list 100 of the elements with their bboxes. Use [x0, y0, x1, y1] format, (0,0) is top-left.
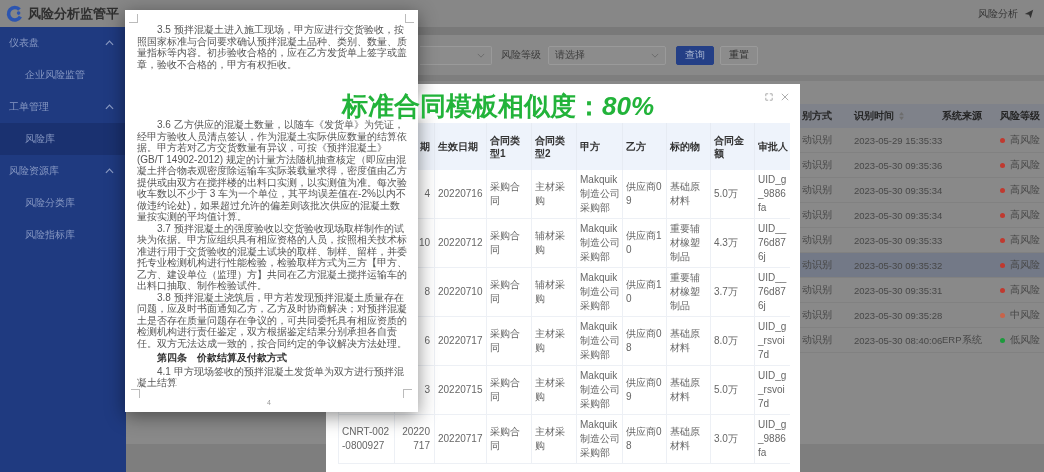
type-cell: 主材采购 — [535, 181, 565, 206]
menu-item[interactable]: 企业风险监管 — [0, 59, 126, 91]
crop-mark — [403, 389, 412, 398]
menu-group[interactable]: 仪表盘 — [0, 27, 126, 59]
approver-cell: UID_g_rsvoi7d — [758, 321, 787, 360]
amount-cell: 5.0万 — [714, 384, 738, 395]
date-cell: 20220717 — [438, 433, 483, 444]
supplier-cell: 供应商09 — [626, 377, 662, 402]
field-label: 风险等级 — [501, 48, 541, 62]
type-cell: 采购合同 — [490, 328, 520, 353]
type-cell: 采购合同 — [490, 181, 520, 206]
caret-icon — [105, 104, 114, 110]
column-header: 标的物 — [670, 141, 700, 152]
column-header: 别方式 — [802, 109, 832, 123]
crop-mark — [129, 14, 138, 23]
type-cell: 主材采购 — [535, 328, 565, 353]
user-menu[interactable]: 风险分析 — [978, 6, 1018, 21]
date-cell: 20220710 — [438, 286, 483, 297]
column-header: 合同类型2 — [535, 134, 565, 159]
date-cell: 6 — [424, 335, 430, 346]
subject-cell: 重要辅材橡塑制品 — [670, 223, 700, 262]
type-cell: 采购合同 — [490, 426, 520, 451]
amount-cell: 3.0万 — [714, 433, 738, 444]
table-cell: 2023-05-30 09:35:33 — [854, 234, 943, 246]
date-cell: 10 — [418, 237, 430, 248]
supplier-cell: 供应商09 — [626, 181, 662, 206]
column-header: 系统来源 — [942, 109, 982, 123]
approver-cell: UID_g_rsvoi7d — [758, 370, 787, 409]
caret-icon — [105, 40, 114, 46]
subject-cell: 基础原材料 — [670, 328, 700, 353]
table-cell: 2023-05-30 09:35:36 — [854, 159, 943, 171]
party-cell: Makquik制造公司采购部 — [580, 370, 620, 409]
type-cell: 采购合同 — [490, 279, 520, 304]
party-cell: Makquik制造公司采购部 — [580, 321, 620, 360]
amount-cell: 3.7万 — [714, 286, 738, 297]
fullscreen-icon[interactable] — [765, 93, 773, 101]
table-cell: 2023-05-30 09:35:32 — [854, 259, 943, 271]
date-cell: 20220716 — [438, 188, 483, 199]
contract-number-cell: CNRT-002-0800927 — [342, 426, 390, 451]
column-header: 甲方 — [580, 141, 600, 152]
caret-icon — [105, 168, 114, 174]
party-cell: Makquik制造公司采购部 — [580, 272, 620, 311]
similarity-score: 标准合同模板相似度：80% — [342, 93, 655, 119]
supplier-cell: 供应商08 — [626, 328, 662, 353]
crop-mark — [405, 14, 414, 23]
type-cell: 主材采购 — [535, 377, 565, 402]
column-header: 合同金额 — [714, 134, 744, 159]
type-cell: 主材采购 — [535, 426, 565, 451]
supplier-cell: 供应商10 — [626, 279, 662, 304]
menu-item[interactable]: 风险指标库 — [0, 219, 126, 251]
approver-cell: UID__76d876j — [758, 223, 787, 262]
paper-plane-icon[interactable] — [1024, 8, 1034, 19]
chevron-icon — [651, 52, 659, 58]
table-cell: 2023-05-30 08:40:06 — [854, 334, 943, 346]
date-cell: 20220715 — [438, 384, 483, 395]
table-cell: 2023-05-30 09:35:34 — [854, 184, 943, 196]
party-cell: Makquik制造公司采购部 — [580, 419, 620, 458]
paragraph: 3.8 预拌混凝土浇筑后，甲方若发现预拌混凝土质量存在问题，应及时书面通知乙方，乙方及时协商解决；对预拌混凝土是否存在质量问题存在争议的，可共同委托具有相应资质的检测机构进行责任鉴定，双方根据鉴定结果分别承担各自责任。双方无法达成一致的，按合同约定的争议解决方法处理。 — [137, 291, 408, 349]
type-cell: 采购合同 — [490, 230, 520, 255]
select-field[interactable]: 请选择 — [548, 45, 666, 65]
table-cell: 2023-05-29 15:35:33 — [854, 134, 943, 146]
paragraph: 3.6 乙方供应的混凝土数量，以随车《发货单》为凭证，经甲方验收人员清点签认，作为混凝土实际供应数量的结算依据。甲方若对乙方交货数量有异议，可按《预拌混凝土》(GB/T 14902-2012) 规定的计量方法随机抽查核定（即应由混凝土拌合物表观密度除运输车实际装载量求得，密度值由乙方提供或由双方在搅拌楼的出料口实测，以实测值为准。每次验收车数以不少于 3 车为一个单位，其平均误差值在-2%以内不做违约论处)，如果超过允许的偏差则该批次供应的混凝土数量按实测的平均值计算。 — [137, 119, 407, 223]
supplier-cell: 供应商10 — [626, 230, 662, 255]
logo-icon — [6, 4, 24, 23]
menu-group[interactable]: 风险资源库 — [0, 155, 126, 187]
date-cell: 4 — [424, 188, 430, 199]
date-cell: 20220717 — [402, 426, 430, 451]
approver-cell: UID_g_9886fa — [758, 419, 787, 458]
date-cell: 20220712 — [438, 237, 483, 248]
date-cell: 8 — [424, 286, 430, 297]
type-cell: 辅材采购 — [535, 230, 565, 255]
close-icon[interactable] — [781, 93, 789, 101]
subject-cell: 基础原材料 — [670, 377, 700, 402]
select-field[interactable] — [420, 45, 492, 65]
amount-cell: 4.3万 — [714, 237, 738, 248]
search-button[interactable]: 查询 — [676, 45, 714, 65]
column-header: 期 — [420, 141, 430, 152]
column-header: 风险等级 — [1000, 109, 1040, 123]
date-cell: 3 — [424, 384, 430, 395]
app-title: 风险分析监管平 — [28, 4, 119, 23]
party-cell: Makquik制造公司采购部 — [580, 223, 620, 262]
column-header: 生效日期 — [438, 141, 478, 152]
type-cell: 辅材采购 — [535, 279, 565, 304]
table-cell: 2023-05-30 09:35:34 — [854, 209, 943, 221]
subject-cell: 基础原材料 — [670, 426, 700, 451]
chevron-icon — [477, 52, 485, 58]
crop-mark — [131, 389, 140, 398]
table-cell: 2023-05-30 09:35:28 — [854, 309, 943, 321]
subject-cell: 基础原材料 — [670, 181, 700, 206]
supplier-cell: 供应商08 — [626, 426, 662, 451]
column-header: 审批人 — [758, 141, 788, 152]
column-header: 识别时间 — [854, 109, 894, 123]
menu-group[interactable]: 工单管理 — [0, 91, 126, 123]
menu-item[interactable]: 风险库 — [0, 123, 126, 155]
party-cell: Makquik制造公司采购部 — [580, 174, 620, 213]
paragraph: 3.7 预拌混凝土的强度验收以交货验收现场取样制作的试块为依据。甲方应组织具有相应资格的人员，按照相关技术标准进行用于交货验收的混凝土试块的取样、制样、留样，并委托专业检测机构进行性能检验，检验取样方式为三方【甲方、乙方、建设单位（监理）方】共同在乙方混凝土搅拌运输车的出料口抽取、制作检验试件。 — [137, 222, 408, 292]
sort-icon[interactable] — [899, 112, 904, 120]
reset-button[interactable]: 重置 — [720, 45, 758, 65]
approver-cell: UID_g_9886fa — [758, 174, 787, 213]
menu-item[interactable]: 风险分类库 — [0, 187, 126, 219]
